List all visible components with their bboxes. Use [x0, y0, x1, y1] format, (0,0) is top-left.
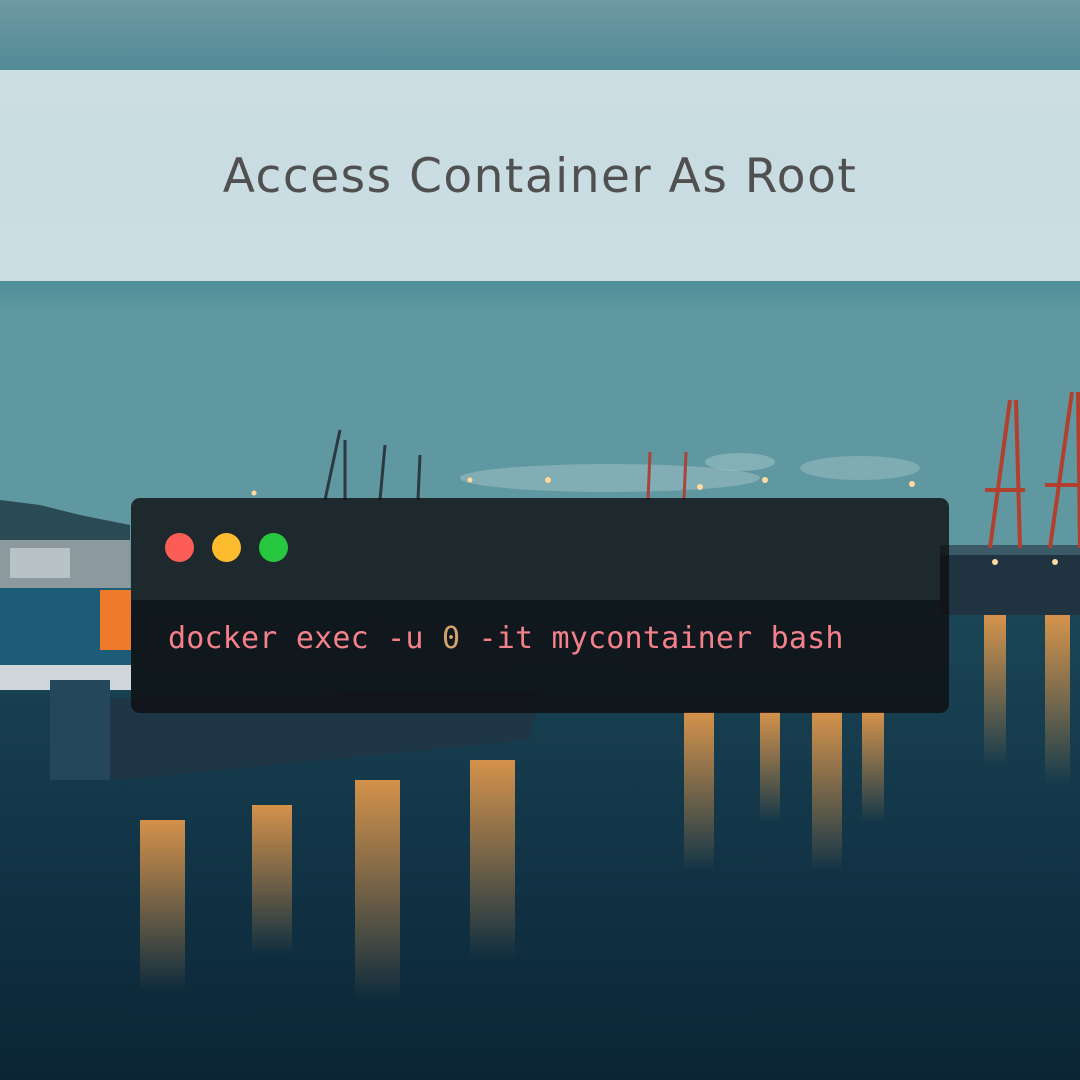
- maximize-dot-icon[interactable]: [259, 533, 288, 562]
- terminal-window: docker exec -u 0 -it mycontainer bash: [131, 498, 949, 713]
- window-controls: [165, 533, 306, 562]
- command-part: docker exec -u: [168, 621, 442, 656]
- terminal-command: docker exec -u 0 -it mycontainer bash: [168, 619, 844, 659]
- title-banner: Access Container As Root: [0, 70, 1080, 281]
- minimize-dot-icon[interactable]: [212, 533, 241, 562]
- page-title: Access Container As Root: [222, 149, 858, 204]
- close-dot-icon[interactable]: [165, 533, 194, 562]
- command-part: -it mycontainer bash: [460, 621, 844, 656]
- command-part-user-id: 0: [441, 621, 461, 656]
